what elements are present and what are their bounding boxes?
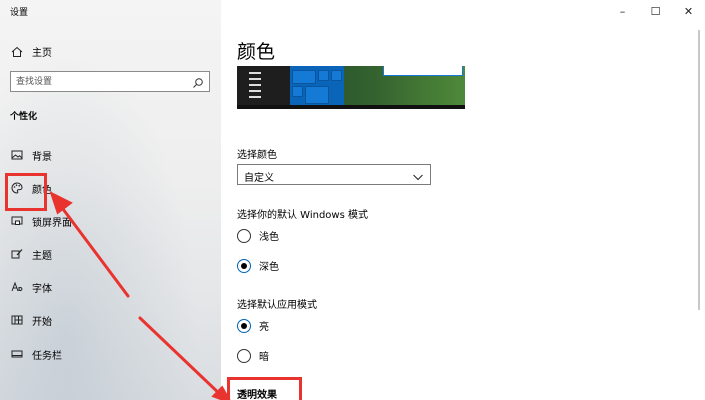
annotation-highlight-box	[227, 377, 302, 400]
scrollbar[interactable]	[691, 22, 705, 400]
nav-item-label: 主题	[32, 250, 52, 262]
windows-mode-dark-option[interactable]: 深色	[237, 258, 279, 273]
nav-item-label: 背景	[32, 151, 52, 163]
nav-item-start[interactable]: 开始	[10, 309, 210, 331]
nav-item-label: 字体	[32, 283, 52, 295]
theme-brush-icon	[10, 248, 23, 261]
scrollbar-thumb[interactable]	[698, 30, 700, 310]
search-icon[interactable]	[191, 76, 204, 89]
preview-tiles	[290, 66, 344, 109]
choose-color-label: 选择颜色	[237, 150, 277, 161]
nav-item-label: 开始	[32, 316, 52, 328]
windows-mode-label: 选择你的默认 Windows 模式	[237, 210, 368, 221]
nav-item-themes[interactable]: 主题	[10, 243, 210, 265]
search-input[interactable]	[11, 72, 181, 91]
radio-button-checked[interactable]	[237, 258, 251, 273]
nav-item-label: 任务栏	[32, 350, 62, 362]
preview-window	[383, 66, 463, 76]
nav-section-label: 个性化	[10, 112, 38, 122]
chevron-down-icon	[411, 170, 424, 183]
nav-home-label: 主页	[32, 48, 52, 59]
radio-button-checked[interactable]	[237, 318, 251, 333]
nav-item-label: 锁屏界面	[32, 217, 72, 229]
choose-color-value: 自定义	[244, 173, 274, 184]
nav-item-background[interactable]: 背景	[10, 144, 210, 166]
home-icon	[10, 45, 23, 58]
app-mode-light-option[interactable]: 亮	[237, 318, 269, 333]
radio-label: 暗	[259, 352, 269, 363]
preview-taskbar	[237, 105, 465, 109]
app-mode-label: 选择默认应用模式	[237, 300, 317, 311]
maximize-button[interactable]: ☐	[639, 0, 672, 22]
choose-color-dropdown[interactable]: 自定义	[237, 164, 431, 185]
image-icon	[10, 149, 23, 162]
nav-home[interactable]: 主页	[10, 44, 52, 59]
close-button[interactable]: ✕	[672, 0, 705, 22]
font-icon	[10, 281, 23, 294]
window-controls: – ☐ ✕	[606, 0, 705, 22]
page-title: 颜色	[237, 41, 276, 63]
radio-button[interactable]	[237, 348, 251, 363]
app-mode-dark-option[interactable]: 暗	[237, 348, 269, 363]
radio-label: 深色	[259, 262, 279, 273]
nav-pane: 设置 主页 个性化 背景 颜色 锁屏界面 主题	[0, 0, 221, 400]
content-pane: – ☐ ✕ 颜色 选择颜色 自定义 选择你的默认 Windows 模式 浅色 深…	[221, 0, 705, 400]
nav-item-lock-screen[interactable]: 锁屏界面	[10, 210, 210, 232]
nav-item-fonts[interactable]: 字体	[10, 276, 210, 298]
nav-item-taskbar[interactable]: 任务栏	[10, 343, 210, 365]
start-grid-icon	[10, 314, 23, 327]
radio-button[interactable]	[237, 228, 251, 243]
taskbar-icon	[10, 348, 23, 361]
minimize-button[interactable]: –	[606, 0, 639, 22]
search-box[interactable]	[10, 71, 210, 92]
lock-screen-icon	[10, 215, 23, 228]
annotation-highlight-box	[5, 173, 47, 211]
radio-label: 浅色	[259, 232, 279, 243]
window-title: 设置	[10, 8, 29, 18]
windows-mode-light-option[interactable]: 浅色	[237, 228, 279, 243]
preview-start-menu	[237, 66, 290, 109]
color-preview-image	[237, 66, 465, 109]
radio-label: 亮	[259, 322, 269, 333]
